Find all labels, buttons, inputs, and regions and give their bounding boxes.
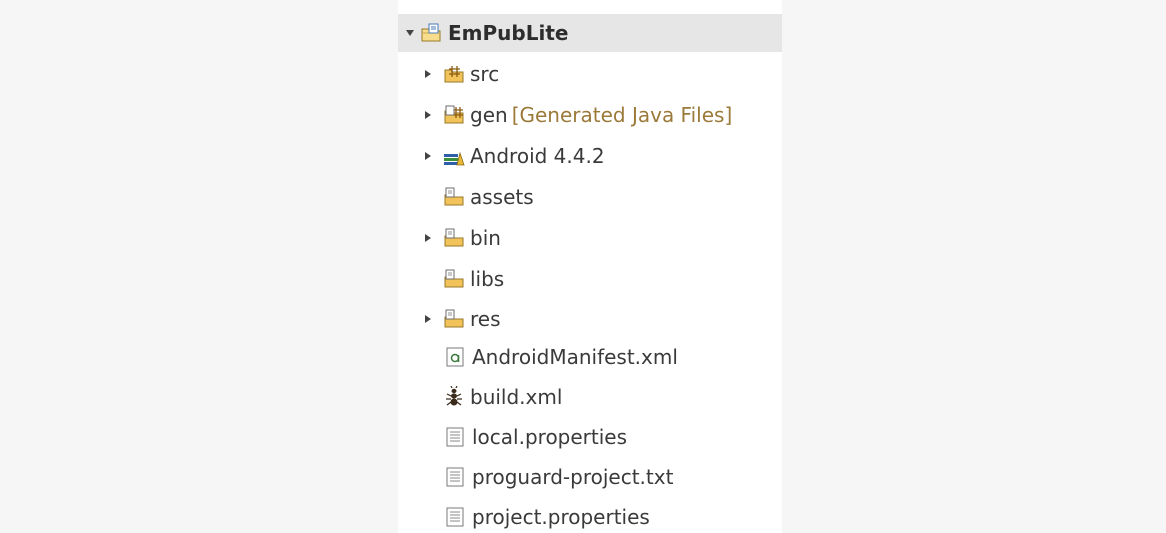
android-project-folder-icon [420,22,442,44]
text-file-icon [444,506,466,528]
tree-item-src[interactable]: src [398,55,782,93]
tree-item-bin[interactable]: bin [398,219,782,257]
tree-item-android-library[interactable]: Android 4.4.2 [398,137,782,175]
tree-item-gen[interactable]: gen [Generated Java Files] [398,96,782,134]
project-explorer-tree: EmPubLite src gen [Generated Java Files]… [398,0,782,533]
folder-icon [443,227,465,249]
manifest-file-icon [444,346,466,368]
tree-item-local-properties[interactable]: local.properties [398,418,782,456]
generated-source-folder-icon [443,104,465,126]
folder-icon [443,186,465,208]
source-folder-icon [443,63,465,85]
label-decoration: [Generated Java Files] [511,103,733,127]
expanded-triangle-icon[interactable] [402,25,418,41]
tree-item-label: assets [470,185,534,209]
tree-item-label-group: gen [Generated Java Files] [470,105,732,125]
tree-item-label: build.xml [470,385,563,409]
tree-item-label: proguard-project.txt [472,465,674,489]
library-container-icon [443,145,465,167]
tree-root-empublite[interactable]: EmPubLite [398,14,782,52]
collapsed-triangle-icon[interactable] [420,148,436,164]
tree-item-androidmanifest[interactable]: AndroidManifest.xml [398,338,782,376]
tree-item-proguard-project[interactable]: proguard-project.txt [398,458,782,496]
tree-item-label: Android 4.4.2 [470,144,605,168]
tree-item-label: bin [470,226,501,250]
text-file-icon [444,466,466,488]
collapsed-triangle-icon[interactable] [420,107,436,123]
tree-item-assets[interactable]: assets [398,178,782,216]
screen: EmPubLite src gen [Generated Java Files]… [0,0,1166,533]
text-file-icon [444,426,466,448]
collapsed-triangle-icon[interactable] [420,230,436,246]
tree-item-label: res [470,307,501,331]
ant-build-file-icon [443,386,465,408]
tree-item-res[interactable]: res [398,300,782,338]
tree-item-label: AndroidManifest.xml [472,345,678,369]
tree-item-libs[interactable]: libs [398,260,782,298]
folder-icon [443,268,465,290]
collapsed-triangle-icon[interactable] [420,66,436,82]
tree-item-project-properties[interactable]: project.properties [398,498,782,533]
tree-item-label: local.properties [472,425,628,449]
tree-item-label: src [470,62,500,86]
folder-icon [443,308,465,330]
tree-item-label: libs [470,267,505,291]
tree-item-label: project.properties [472,505,650,529]
tree-item-label: gen [470,103,508,127]
tree-item-build-xml[interactable]: build.xml [398,378,782,416]
tree-root-label: EmPubLite [448,21,569,45]
collapsed-triangle-icon[interactable] [420,311,436,327]
